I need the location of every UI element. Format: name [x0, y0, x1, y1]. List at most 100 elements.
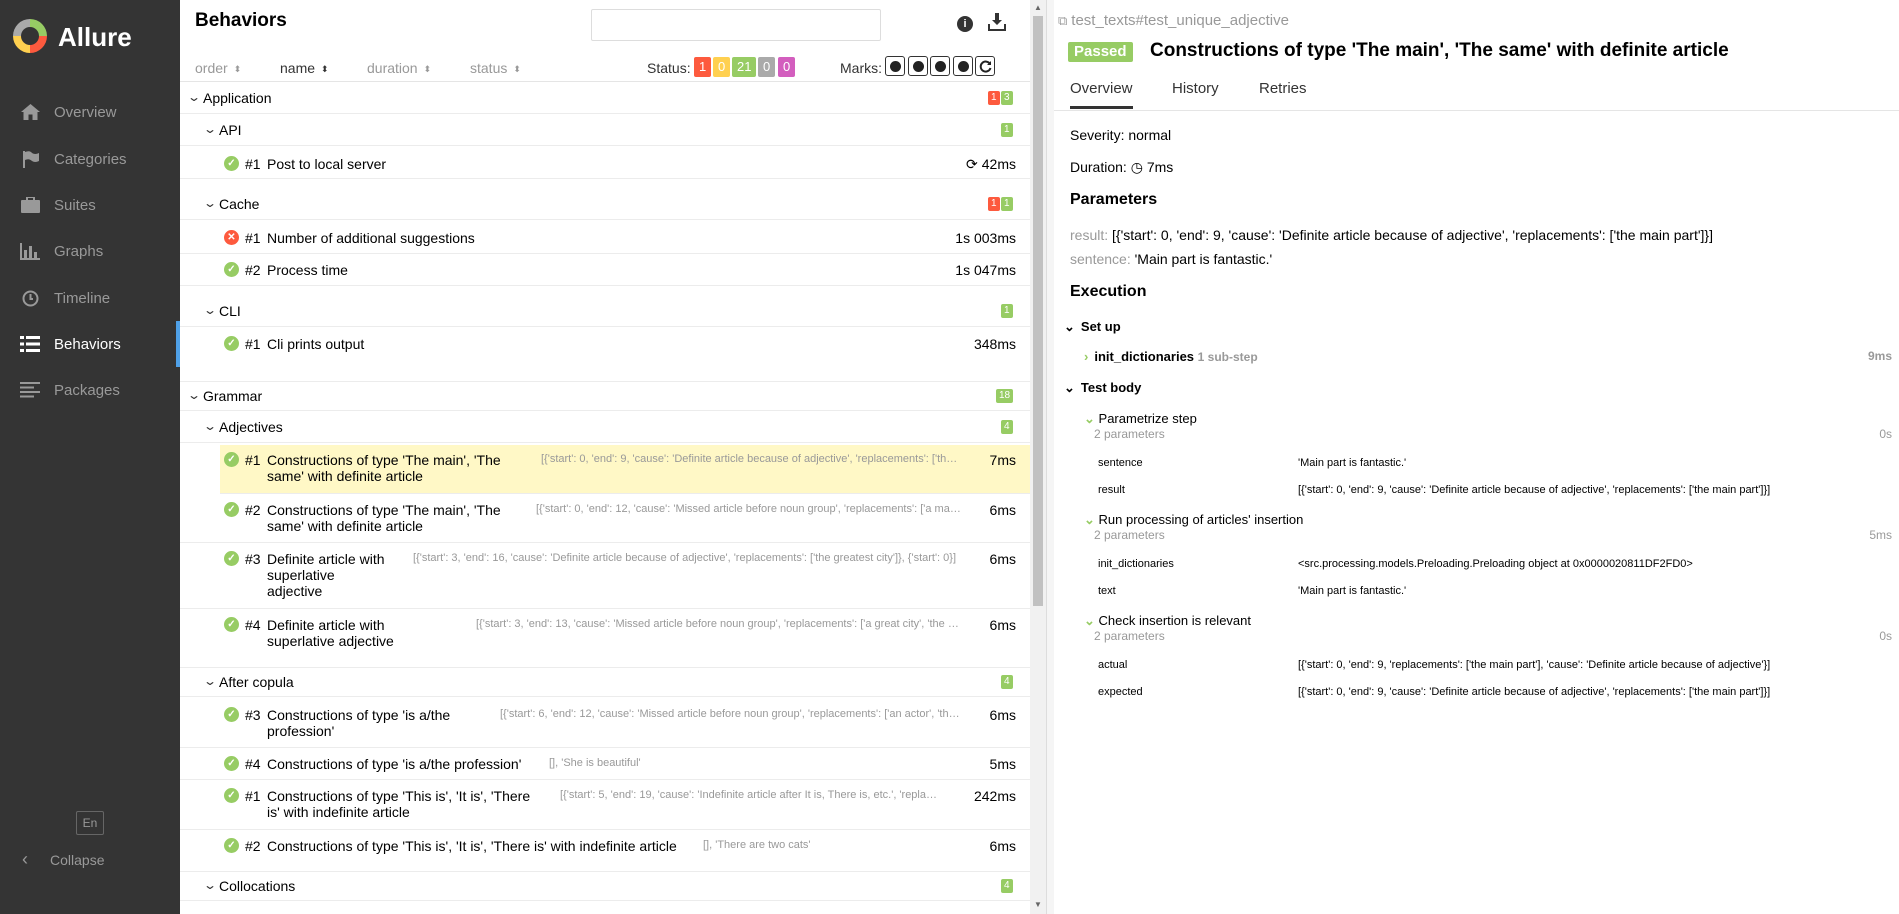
- tree-group-application[interactable]: ⌄ Application 1 3: [180, 84, 1030, 114]
- test-duration: 7ms: [989, 452, 1016, 468]
- test-name: Post to local server: [267, 156, 387, 172]
- brand-name[interactable]: Allure: [58, 22, 132, 53]
- passed-status-icon: ✓: [224, 156, 239, 171]
- sort-arrows-icon: ⬍: [233, 64, 242, 74]
- tree-group-after-copula[interactable]: ⌄ After copula 4: [180, 667, 1030, 697]
- test-row[interactable]: ✓ #2 Constructions of type 'This is', 'I…: [180, 831, 1030, 862]
- download-icon[interactable]: [988, 13, 1006, 33]
- step-param-value: 'Main part is fantastic.': [1298, 457, 1407, 469]
- status-passed-toggle[interactable]: 21: [732, 57, 757, 77]
- allure-logo-icon[interactable]: [13, 19, 47, 53]
- step-name: Parametrize step: [1098, 411, 1197, 426]
- step-time: 5ms: [1869, 528, 1892, 542]
- chevron-down-icon: ⌄: [202, 303, 218, 317]
- step-row[interactable]: ⌄ Check insertion is relevant 2 paramete…: [1084, 613, 1892, 647]
- bar-chart-icon: [18, 241, 42, 261]
- chevron-down-icon: ⌄: [1064, 380, 1075, 395]
- chevron-down-icon: ⌄: [202, 419, 218, 433]
- exclamation-circle-icon: [957, 60, 969, 72]
- step-param-count: 2 parameters: [1094, 427, 1165, 441]
- tree-group-adjectives[interactable]: ⌄ Adjectives 4: [180, 413, 1030, 443]
- chevron-down-icon: ⌄: [1064, 319, 1075, 334]
- tree-group-cli[interactable]: ⌄ CLI 1: [180, 297, 1030, 327]
- test-row-selected[interactable]: ✓ #1 Constructions of type 'The main', '…: [220, 445, 1030, 494]
- allure-report-app: Allure Overview Categories Suites Graphs…: [0, 0, 1899, 914]
- tab-retries[interactable]: Retries: [1259, 80, 1307, 97]
- passed-status-icon: ✓: [224, 452, 239, 467]
- test-number: #1: [245, 336, 261, 352]
- status-unknown-toggle[interactable]: 0: [778, 57, 796, 77]
- test-row[interactable]: ✓ #2 Process time 1s 047ms: [180, 255, 1030, 286]
- copy-icon[interactable]: ⧉: [1058, 13, 1067, 28]
- tree-group-cache[interactable]: ⌄ Cache 1 1: [180, 190, 1030, 220]
- test-row[interactable]: ✓ #3 Constructions of type 'is a/the prof…: [180, 700, 1030, 748]
- status-failed-toggle[interactable]: 1: [694, 57, 712, 77]
- retries-icon: ⟳: [966, 156, 978, 172]
- passed-count-badge: 4: [1001, 879, 1013, 893]
- test-row[interactable]: ✓ #1 Constructions of type 'This is', 'I…: [180, 781, 1030, 830]
- step-row[interactable]: ⌄ Parametrize step 2 parameters 0s: [1084, 411, 1892, 445]
- sidebar-item-overview[interactable]: Overview: [0, 92, 180, 132]
- sidebar-item-graphs[interactable]: Graphs: [0, 231, 180, 271]
- test-row[interactable]: ✓ #2 Constructions of type 'The main', '…: [180, 495, 1030, 543]
- chevron-down-icon: ⌄: [186, 388, 202, 402]
- test-row[interactable]: ✓ #4 Constructions of type 'is a/the pro…: [180, 749, 1030, 780]
- tab-history[interactable]: History: [1172, 80, 1219, 97]
- test-row[interactable]: ✓ #1 Cli prints output 348ms: [180, 329, 1030, 360]
- sidebar-item-label: Suites: [54, 196, 96, 214]
- language-switch-button[interactable]: En: [76, 811, 104, 835]
- setup-step-row[interactable]: › init_dictionaries 1 sub-step 9ms: [1084, 349, 1892, 364]
- chevron-down-icon: ⌄: [202, 122, 218, 136]
- test-row[interactable]: ✓ #1 Post to local server ⟳ 42ms: [180, 149, 1030, 179]
- sidebar-item-label: Categories: [54, 150, 127, 168]
- mark-flaky-toggle[interactable]: [885, 56, 905, 76]
- step-row[interactable]: ⌄ Run processing of articles' insertion …: [1084, 512, 1892, 546]
- sort-label: order: [195, 60, 228, 76]
- step-name: Run processing of articles' insertion: [1098, 512, 1304, 527]
- sidebar-item-suites[interactable]: Suites: [0, 185, 180, 225]
- test-row[interactable]: ✓ #3 Definite article with superlative adj…: [180, 544, 1030, 609]
- sort-status[interactable]: status ⬍: [470, 60, 521, 76]
- test-duration: 1s 047ms: [955, 262, 1016, 278]
- passed-status-icon: ✓: [224, 262, 239, 277]
- tab-overview[interactable]: Overview: [1070, 80, 1133, 109]
- scroll-up-arrow-icon[interactable]: ▲: [1034, 3, 1042, 12]
- chevron-down-icon: ⌄: [186, 90, 202, 104]
- test-row[interactable]: ✓ #4 Definite article with superlative ad…: [180, 610, 1030, 659]
- pane-splitter[interactable]: [1046, 0, 1054, 914]
- status-badge: Passed: [1068, 42, 1133, 62]
- status-broken-toggle[interactable]: 0: [713, 57, 731, 77]
- status-skipped-toggle[interactable]: 0: [758, 57, 776, 77]
- sidebar-item-timeline[interactable]: Timeline: [0, 278, 180, 318]
- test-row[interactable]: ✕ #1 Number of additional suggestions 1s…: [180, 223, 1030, 254]
- mark-new-broken-toggle[interactable]: [953, 56, 973, 76]
- sidebar-item-categories[interactable]: Categories: [0, 139, 180, 179]
- sidebar-item-packages[interactable]: Packages: [0, 370, 180, 410]
- sort-order[interactable]: order ⬍: [195, 60, 241, 76]
- scrollbar-thumb[interactable]: [1033, 16, 1043, 606]
- mark-retries-toggle[interactable]: [975, 56, 995, 76]
- collapse-button[interactable]: ‹ Collapse: [22, 849, 104, 870]
- test-name: Constructions of type 'The main', 'The sa…: [267, 502, 501, 534]
- mark-new-failed-toggle[interactable]: [908, 56, 928, 76]
- passed-status-icon: ✓: [224, 502, 239, 517]
- test-name-line: is' with indefinite article: [267, 804, 410, 820]
- search-input[interactable]: [591, 9, 881, 41]
- setup-section-toggle[interactable]: ⌄ Set up: [1064, 319, 1121, 335]
- sort-arrows-icon: ⬍: [321, 64, 329, 74]
- passed-status-icon: ✓: [224, 707, 239, 722]
- tree-group-collocations[interactable]: ⌄ Collocations 4: [180, 871, 1030, 901]
- test-body-section-toggle[interactable]: ⌄ Test body: [1064, 380, 1141, 396]
- sort-name[interactable]: name ⬍: [280, 60, 329, 76]
- tree-group-grammar[interactable]: ⌄ Grammar 18: [180, 381, 1030, 411]
- sort-duration[interactable]: duration ⬍: [367, 60, 431, 76]
- mark-new-passed-toggle[interactable]: [930, 56, 950, 76]
- behaviors-scrollbar[interactable]: ▲ ▼: [1030, 0, 1046, 914]
- step-param-key: expected: [1098, 686, 1143, 698]
- failed-count-badge: 1: [988, 197, 1000, 211]
- group-name: CLI: [219, 303, 241, 319]
- tree-group-api[interactable]: ⌄ API 1: [180, 116, 1030, 146]
- scroll-down-arrow-icon[interactable]: ▼: [1034, 900, 1042, 909]
- info-icon[interactable]: i: [957, 16, 973, 32]
- sidebar-item-behaviors[interactable]: Behaviors: [0, 321, 180, 367]
